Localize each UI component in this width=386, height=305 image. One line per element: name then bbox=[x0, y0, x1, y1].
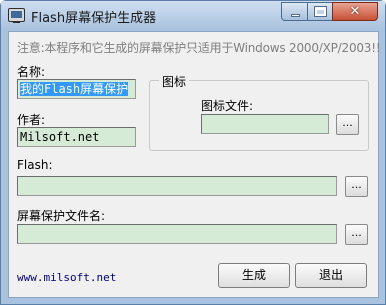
exit-button[interactable]: 退出 bbox=[295, 263, 367, 288]
icon-browse-button[interactable]: ... bbox=[336, 114, 359, 135]
author-label: 作者: bbox=[17, 113, 46, 127]
close-button[interactable]: ✕ bbox=[332, 2, 378, 21]
author-field[interactable]: Milsoft.net bbox=[17, 127, 136, 147]
flash-label: Flash: bbox=[17, 158, 53, 172]
flash-browse-button[interactable]: ... bbox=[345, 176, 368, 197]
icon-group-legend: 图标 bbox=[159, 73, 190, 90]
maximize-button[interactable] bbox=[307, 2, 333, 21]
name-label: 名称: bbox=[17, 65, 46, 79]
title-bar[interactable]: Flash屏幕保护生成器 ✕ bbox=[1, 1, 385, 31]
window-title: Flash屏幕保护生成器 bbox=[31, 11, 157, 26]
compatibility-notice: 注意:本程序和它生成的屏幕保护只适用于Windows 2000/XP/2003!… bbox=[17, 41, 381, 55]
maximize-icon bbox=[315, 7, 326, 16]
minimize-icon bbox=[290, 13, 300, 17]
generate-button[interactable]: 生成 bbox=[218, 263, 290, 288]
name-field-value: 我的Flash屏幕保护 bbox=[20, 82, 129, 96]
icon-file-field[interactable] bbox=[201, 114, 329, 134]
app-monitor-icon bbox=[8, 8, 25, 23]
name-field[interactable]: 我的Flash屏幕保护 bbox=[17, 79, 136, 99]
saver-browse-button[interactable]: ... bbox=[345, 224, 368, 245]
close-icon: ✕ bbox=[349, 4, 361, 19]
flash-file-field[interactable] bbox=[17, 176, 337, 196]
icon-file-label: 图标文件: bbox=[201, 99, 254, 113]
minimize-button[interactable] bbox=[281, 2, 308, 21]
saver-file-field[interactable] bbox=[17, 224, 337, 244]
app-window: Flash屏幕保护生成器 ✕ 注意:本程序和它生成的屏幕保护只适用于Window… bbox=[0, 0, 386, 305]
dialog-body: 注意:本程序和它生成的屏幕保护只适用于Windows 2000/XP/2003!… bbox=[8, 31, 381, 298]
website-link[interactable]: www.milsoft.net bbox=[17, 271, 116, 284]
saver-file-label: 屏幕保护文件名: bbox=[17, 209, 106, 223]
